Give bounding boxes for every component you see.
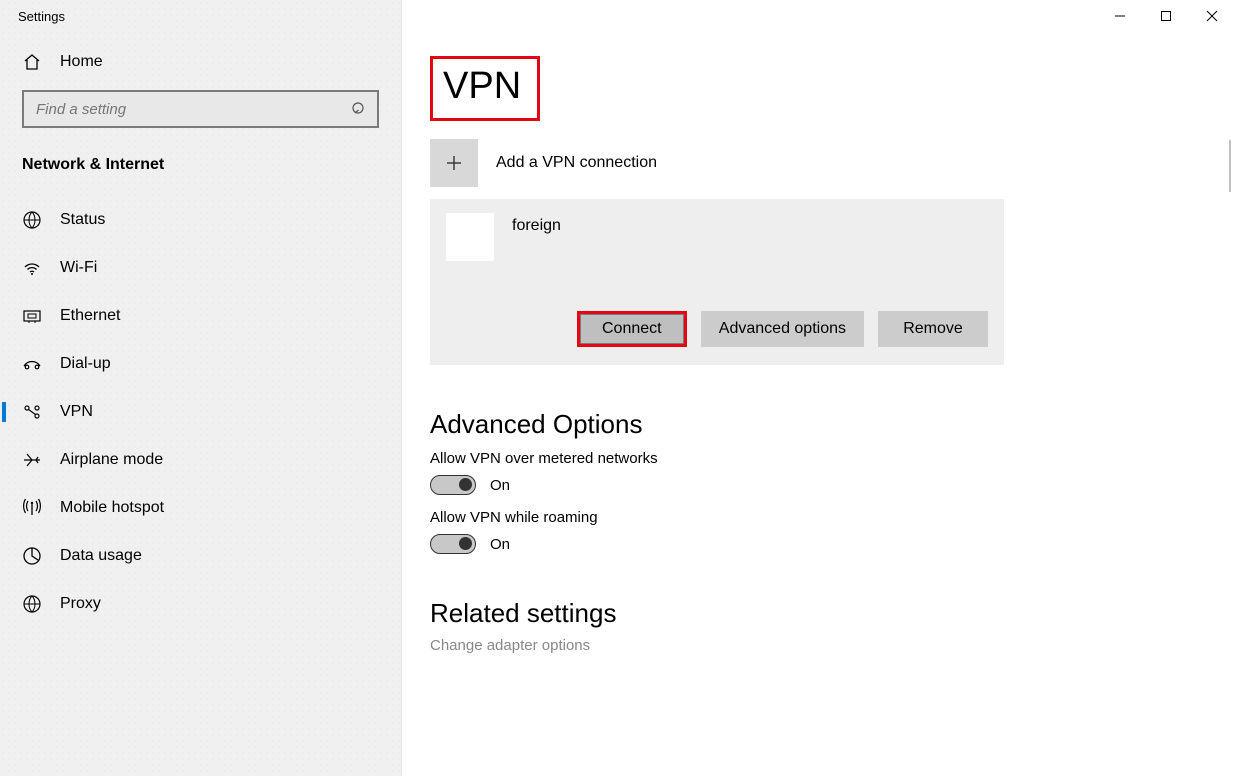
search-container <box>0 90 401 144</box>
metered-toggle-label: Allow VPN over metered networks <box>430 450 1207 467</box>
sidebar: Settings Home Network & Internet Status <box>0 0 402 776</box>
nav-label: Ethernet <box>60 307 120 325</box>
data-usage-icon <box>22 546 42 566</box>
roaming-toggle-label: Allow VPN while roaming <box>430 509 1207 526</box>
search-input[interactable] <box>34 100 351 119</box>
nav-label: Status <box>60 211 105 229</box>
nav-dial-up[interactable]: Dial-up <box>0 340 401 388</box>
connect-button[interactable]: Connect <box>577 311 687 347</box>
advanced-options-heading: Advanced Options <box>430 409 1207 440</box>
vpn-entry-header: foreign <box>446 213 988 261</box>
remove-button[interactable]: Remove <box>878 311 988 347</box>
vpn-network-icon <box>446 213 494 261</box>
nav-label: Airplane mode <box>60 451 163 469</box>
page-title: VPN <box>443 65 521 108</box>
vpn-icon <box>22 402 42 422</box>
hotspot-icon <box>22 498 42 518</box>
change-adapter-link[interactable]: Change adapter options <box>430 637 1207 654</box>
add-vpn-row[interactable]: Add a VPN connection <box>430 139 1207 187</box>
metered-toggle-state: On <box>490 477 510 494</box>
wifi-icon <box>22 258 42 278</box>
nav-status[interactable]: Status <box>0 196 401 244</box>
nav-vpn[interactable]: VPN <box>0 388 401 436</box>
advanced-options-button[interactable]: Advanced options <box>701 311 864 347</box>
vpn-name: foreign <box>512 213 561 235</box>
status-icon <box>22 210 42 230</box>
nav-mobile-hotspot[interactable]: Mobile hotspot <box>0 484 401 532</box>
nav-label: Wi-Fi <box>60 259 97 277</box>
dial-up-icon <box>22 354 42 374</box>
proxy-icon <box>22 594 42 614</box>
settings-window: Settings Home Network & Internet Status <box>0 0 1235 776</box>
airplane-icon <box>22 450 42 470</box>
nav-ethernet[interactable]: Ethernet <box>0 292 401 340</box>
nav-label: Data usage <box>60 547 142 565</box>
nav-label: Mobile hotspot <box>60 499 164 517</box>
home-nav[interactable]: Home <box>0 32 401 90</box>
nav-label: Dial-up <box>60 355 111 373</box>
search-icon <box>351 101 367 117</box>
nav-label: VPN <box>60 403 93 421</box>
category-heading: Network & Internet <box>0 144 401 182</box>
related-settings-heading: Related settings <box>430 598 1207 629</box>
vpn-entry[interactable]: foreign Connect Advanced options Remove <box>430 199 1004 365</box>
ethernet-icon <box>22 306 42 326</box>
search-box[interactable] <box>22 90 379 128</box>
app-title: Settings <box>0 0 401 32</box>
page-title-highlight: VPN <box>430 56 540 121</box>
nav-label: Proxy <box>60 595 101 613</box>
nav-wifi[interactable]: Wi-Fi <box>0 244 401 292</box>
nav-airplane-mode[interactable]: Airplane mode <box>0 436 401 484</box>
scrollbar[interactable] <box>1229 140 1231 192</box>
plus-icon <box>430 139 478 187</box>
metered-toggle-row: On <box>430 475 1207 495</box>
add-vpn-label: Add a VPN connection <box>496 154 657 172</box>
main-content: VPN Add a VPN connection foreign Connect… <box>402 0 1235 776</box>
home-icon <box>22 52 42 72</box>
metered-toggle[interactable] <box>430 475 476 495</box>
home-label: Home <box>60 53 103 71</box>
nav-data-usage[interactable]: Data usage <box>0 532 401 580</box>
nav-list: Status Wi-Fi Ethernet Dial-up <box>0 182 401 628</box>
page-title-container: VPN <box>430 56 1207 121</box>
roaming-toggle-state: On <box>490 536 510 553</box>
roaming-toggle[interactable] <box>430 534 476 554</box>
nav-proxy[interactable]: Proxy <box>0 580 401 628</box>
vpn-buttons: Connect Advanced options Remove <box>446 311 988 347</box>
roaming-toggle-row: On <box>430 534 1207 554</box>
